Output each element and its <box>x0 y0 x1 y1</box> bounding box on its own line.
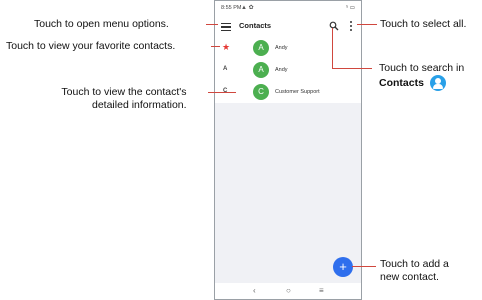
star-icon[interactable]: ★ <box>222 42 230 53</box>
callout-add: Touch to add a new contact. <box>380 258 449 284</box>
avatar: A <box>253 62 269 78</box>
avatar: C <box>253 84 269 100</box>
search-icon[interactable] <box>329 21 339 31</box>
callout-line-search-v <box>332 28 333 68</box>
callout-search-line2: Contacts <box>379 75 464 91</box>
contact-name: Andy <box>275 67 288 73</box>
add-contact-button[interactable]: + <box>333 257 353 277</box>
app-bar: Contacts <box>215 15 361 37</box>
callout-line-select-all <box>357 24 377 25</box>
avatar: A <box>253 40 269 56</box>
callout-line-search-h <box>332 68 372 69</box>
recents-icon[interactable]: ≡ <box>319 286 324 295</box>
more-options-icon[interactable] <box>348 20 354 32</box>
contacts-app-icon <box>429 75 446 91</box>
list-item[interactable]: ★ A Andy <box>215 37 361 59</box>
callout-search: Touch to search in Contacts <box>379 62 464 91</box>
back-icon[interactable]: ‹ <box>253 286 256 295</box>
callout-select-all: Touch to select all. <box>380 18 467 30</box>
page-title: Contacts <box>239 21 272 30</box>
section-letter: C <box>223 88 228 94</box>
callout-add-line1: Touch to add a <box>380 258 449 270</box>
status-bar: 8:55 PM ▲ ✿ ⁵ ▭ <box>215 1 361 15</box>
callout-add-line2: new contact. <box>380 271 439 283</box>
menu-icon[interactable] <box>221 21 231 31</box>
callout-line-menu <box>206 24 218 25</box>
contact-name: Customer Support <box>275 89 320 95</box>
contact-name: Andy <box>275 45 288 51</box>
callout-search-line1: Touch to search in <box>379 62 465 74</box>
home-icon[interactable]: ○ <box>286 286 291 295</box>
callout-menu: Touch to open menu options. <box>34 18 169 30</box>
contact-list: ★ A Andy A A Andy C C Customer Support <box>215 37 361 103</box>
status-time: 8:55 PM <box>221 5 242 11</box>
phone-screen: 8:55 PM ▲ ✿ ⁵ ▭ Contacts ★ A Andy A A An… <box>214 0 362 300</box>
callout-favorites: Touch to view your favorite contacts. <box>6 40 176 52</box>
battery-icon: ⁵ ▭ <box>345 5 355 11</box>
callout-line-favorites <box>211 46 220 47</box>
callout-line-details <box>208 92 236 93</box>
list-item[interactable]: A A Andy <box>215 59 361 81</box>
callout-details: Touch to view the contact's detailed inf… <box>58 86 187 112</box>
list-item[interactable]: C C Customer Support <box>215 81 361 103</box>
section-letter: A <box>223 66 228 72</box>
callout-details-line1: Touch to view the contact's <box>61 86 187 98</box>
status-notification-icons: ▲ ✿ <box>241 5 254 11</box>
callout-details-line2: detailed information. <box>92 99 187 111</box>
callout-line-add <box>352 266 376 267</box>
navigation-bar: ‹ ○ ≡ <box>215 283 361 299</box>
